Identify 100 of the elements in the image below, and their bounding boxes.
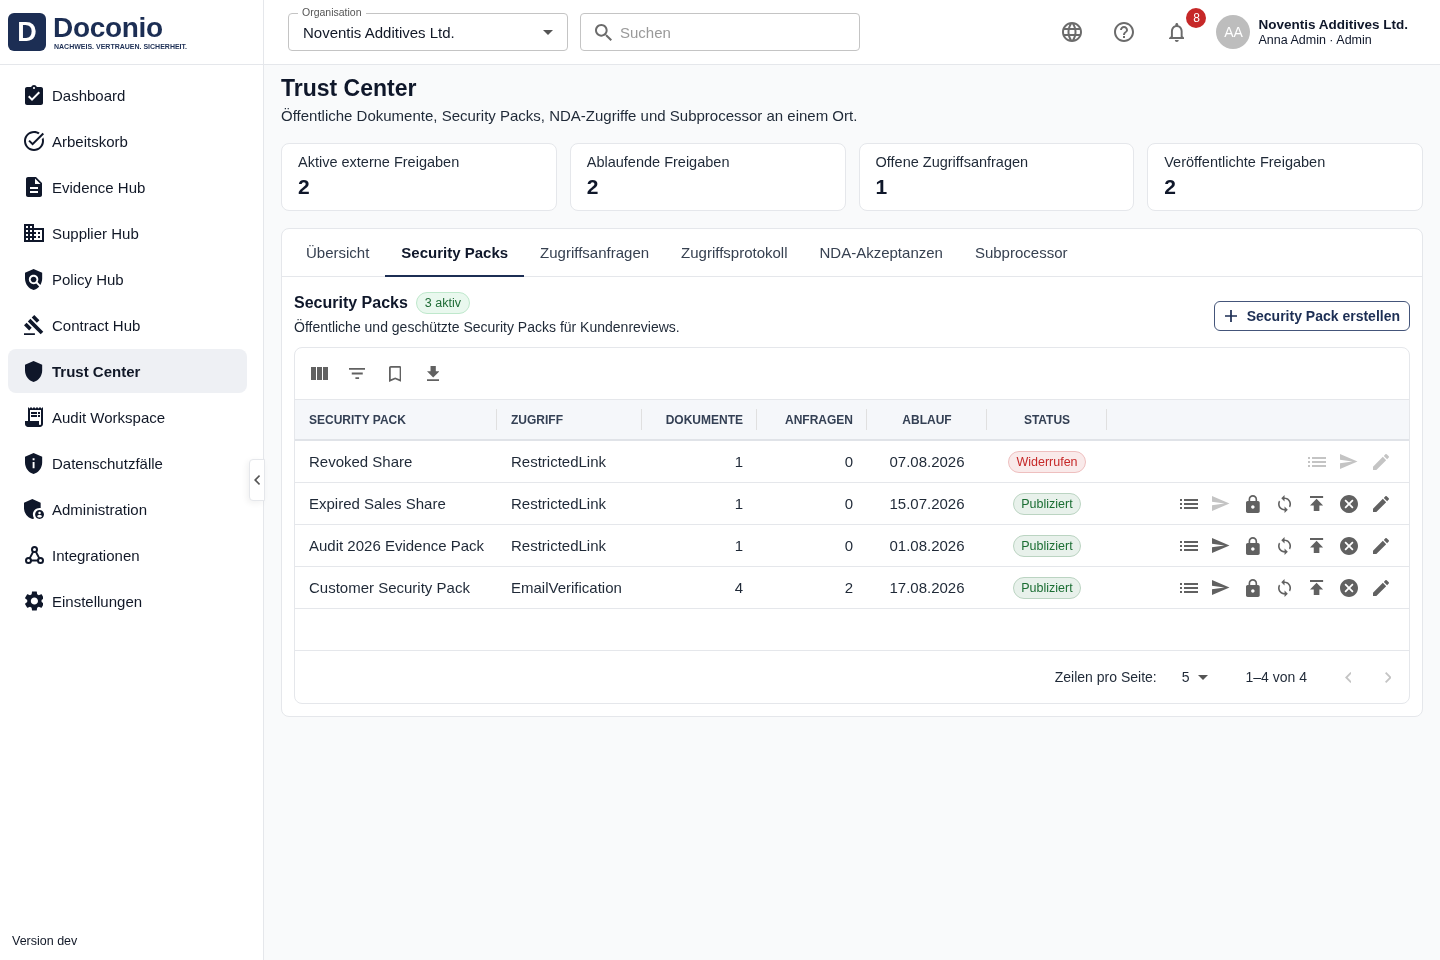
section-description: Öffentliche und geschützte Security Packs für Kundenreviews. [294, 318, 680, 336]
chevron-left-icon [1344, 671, 1352, 683]
pencil-icon [1373, 495, 1389, 512]
lock-icon [1246, 578, 1260, 597]
stat-label: Offene Zugriffsanfragen [875, 153, 1030, 172]
sidebar-item[interactable]: Integrationen [8, 533, 247, 577]
table-cell-text: RestrictedLink [510, 494, 608, 514]
refresh-icon [1278, 536, 1292, 555]
sidebar-item[interactable]: Arbeitskorb [8, 119, 247, 163]
logo-mark: D [8, 13, 46, 51]
column-header: ABLAUF [867, 400, 987, 439]
columns-icon [310, 367, 328, 380]
list-icon [1308, 456, 1326, 467]
table-cell-text: 0 [843, 536, 854, 556]
notifications-button[interactable] [1166, 20, 1187, 44]
tab[interactable]: NDA-Akzeptanzen [803, 229, 959, 277]
page-title: Trust Center [281, 74, 418, 102]
plus-icon [1224, 309, 1237, 322]
stat-value: 2 [298, 174, 311, 200]
sidebar-item[interactable]: Contract Hub [8, 303, 247, 347]
document-icon [26, 177, 42, 197]
chevron-left-icon [253, 475, 261, 485]
globe-icon [1062, 22, 1083, 42]
table-cell-text: RestrictedLink [510, 536, 608, 556]
column-header: STATUS [987, 400, 1107, 439]
sidebar-item[interactable]: Dashboard [8, 73, 247, 117]
sidebar-item[interactable]: Administration [8, 487, 247, 531]
tab[interactable]: Subprocessor [958, 229, 1084, 277]
pencil-icon [1373, 579, 1389, 596]
list-icon [1180, 498, 1198, 509]
column-header: DOKUMENTE [642, 400, 757, 439]
network-icon [24, 546, 44, 564]
send-icon [1340, 454, 1358, 469]
upload-icon [1310, 538, 1324, 553]
table-cell-text: 1 [733, 452, 744, 472]
table-cell-text: 0 [843, 452, 854, 472]
sidebar-item[interactable]: Einstellungen [8, 579, 247, 623]
settings-icon [24, 591, 44, 611]
brand-name: Doconio [53, 13, 164, 42]
search-field[interactable]: Suchen [580, 13, 860, 51]
user-name: Anna Admin · Admin [1258, 32, 1373, 48]
user-organisation: Noventis Additives Ltd. [1258, 16, 1408, 33]
table-cell-text: Expired Sales Share [308, 494, 447, 514]
sidebar-item[interactable]: Supplier Hub [8, 211, 247, 255]
field-label: Organisation [298, 6, 366, 19]
section-title: Security Packs [294, 293, 408, 313]
tab[interactable]: Zugriffsanfragen [524, 229, 666, 277]
stat-value: 1 [875, 174, 889, 200]
notification-count: 8 [1186, 8, 1207, 28]
stat-label: Ablaufende Freigaben [586, 153, 731, 172]
table-cell-text: Customer Security Pack [308, 578, 471, 598]
stat-label: Veröffentlichte Freigaben [1164, 153, 1327, 172]
shield-search-icon [25, 268, 43, 290]
sidebar-item[interactable]: Audit Workspace [8, 395, 247, 439]
table-cell-text: 15.07.2026 [888, 494, 966, 514]
tab[interactable]: Security Packs [385, 229, 525, 277]
tab[interactable]: Zugriffsprotokoll [665, 229, 804, 277]
sidebar-item[interactable]: Evidence Hub [8, 165, 247, 209]
column-header: SECURITY PACK [295, 400, 497, 439]
status-badge: Publiziert [1013, 576, 1081, 599]
upload-icon [1310, 496, 1324, 511]
list-icon [1180, 582, 1198, 593]
count-badge: 3 aktiv [415, 292, 470, 314]
status-badge: Widerrufen [1008, 450, 1086, 473]
table-cell-text: Audit 2026 Evidence Pack [308, 536, 486, 556]
building-icon [24, 224, 44, 242]
bell-icon [1168, 22, 1185, 42]
rows-per-page-select[interactable]: 5 [1179, 669, 1210, 685]
shield-icon [25, 360, 43, 382]
table-cell-text: EmailVerification [510, 578, 623, 598]
caret-icon [543, 29, 553, 35]
page-subtitle: Öffentliche Dokumente, Security Packs, NDA-Zugriffe und Subprocessor an einem Ort. [281, 106, 859, 126]
send-icon [1212, 496, 1230, 511]
stat-value: 2 [586, 174, 600, 200]
create-button[interactable]: Security Pack erstellen [1213, 300, 1410, 331]
search-icon [595, 23, 612, 41]
table-cell-text: 07.08.2026 [888, 452, 966, 472]
bookmark-icon [388, 365, 402, 382]
collapse-sidebar-button[interactable] [249, 459, 265, 501]
sidebar-item[interactable]: Policy Hub [8, 257, 247, 301]
send-icon [1212, 580, 1230, 595]
search-input[interactable]: Suchen [620, 18, 851, 46]
tab[interactable]: Übersicht [290, 229, 386, 277]
send-icon [1212, 538, 1230, 553]
table-cell-text: RestrictedLink [510, 452, 608, 472]
sidebar-item[interactable]: Datenschutzfälle [8, 441, 247, 485]
chevron-right-icon [1384, 671, 1392, 683]
table-cell-text: 4 [733, 578, 744, 598]
status-badge: Publiziert [1013, 534, 1081, 557]
lock-icon [1246, 536, 1260, 555]
refresh-icon [1278, 494, 1292, 513]
pencil-icon [1373, 453, 1389, 470]
sidebar-item[interactable]: Trust Center [8, 349, 247, 393]
status-badge: Publiziert [1013, 492, 1081, 515]
clipboard-check-icon [25, 85, 43, 105]
column-header: ANFRAGEN [757, 400, 867, 439]
table-cell-text: 17.08.2026 [888, 578, 966, 598]
table-cell-text: 0 [843, 494, 854, 514]
upload-icon [1310, 580, 1324, 595]
table-cell-text: 01.08.2026 [888, 536, 966, 556]
